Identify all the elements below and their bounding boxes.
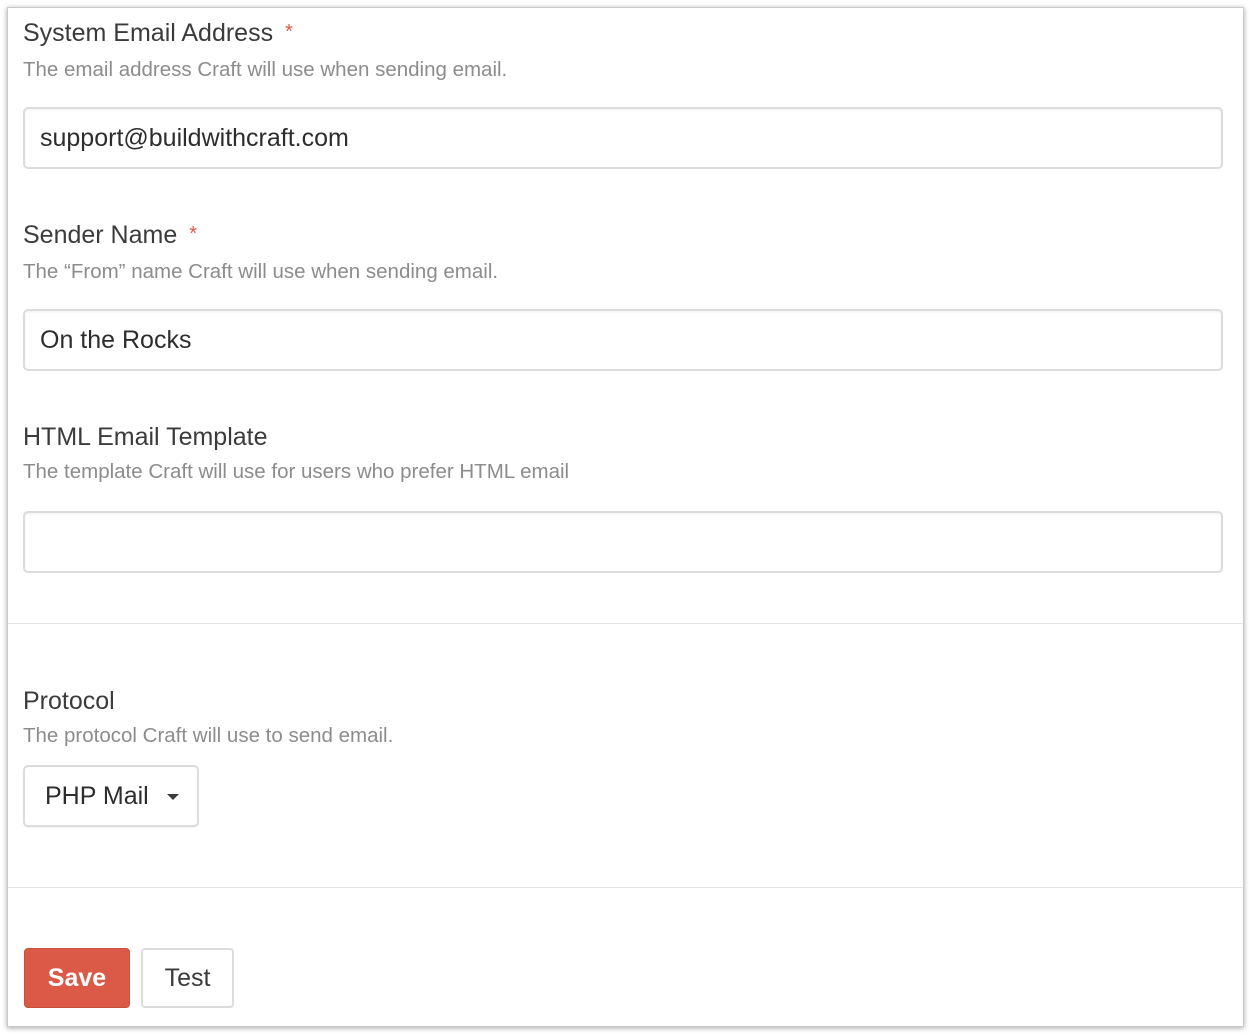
protocol-instructions: The protocol Craft will use to send emai… — [23, 724, 394, 747]
test-button[interactable]: Test — [141, 948, 234, 1008]
actions-divider — [8, 887, 1243, 888]
sender-name-input[interactable] — [23, 309, 1223, 371]
required-asterisk-icon: * — [189, 223, 198, 245]
html-template-field: HTML Email Template The template Craft w… — [23, 422, 1223, 573]
email-settings-pane: System Email Address * The email address … — [7, 7, 1244, 1027]
protocol-selected-value: PHP Mail — [45, 781, 149, 810]
system-email-instructions: The email address Craft will use when se… — [23, 58, 508, 81]
system-email-heading: System Email Address * — [23, 18, 1223, 50]
system-email-field: System Email Address * The email address … — [23, 18, 1223, 169]
sender-name-instructions: The “From” name Craft will use when send… — [23, 260, 499, 283]
protocol-field: Protocol The protocol Craft will use to … — [23, 686, 1223, 827]
chevron-down-icon — [166, 794, 179, 800]
html-template-instructions: The template Craft will use for users wh… — [23, 460, 570, 483]
section-divider — [8, 623, 1243, 624]
sender-name-heading: Sender Name * — [23, 220, 1223, 252]
sender-name-label: Sender Name — [23, 221, 178, 249]
html-template-input[interactable] — [23, 511, 1223, 573]
system-email-input[interactable] — [23, 107, 1223, 169]
system-email-label: System Email Address — [23, 19, 274, 47]
sender-name-field: Sender Name * The “From” name Craft will … — [23, 220, 1223, 371]
required-asterisk-icon: * — [285, 21, 293, 43]
protocol-select[interactable]: PHP Mail — [23, 765, 199, 827]
protocol-label: Protocol — [23, 687, 115, 715]
save-button[interactable]: Save — [24, 948, 130, 1008]
html-template-label: HTML Email Template — [23, 423, 268, 451]
